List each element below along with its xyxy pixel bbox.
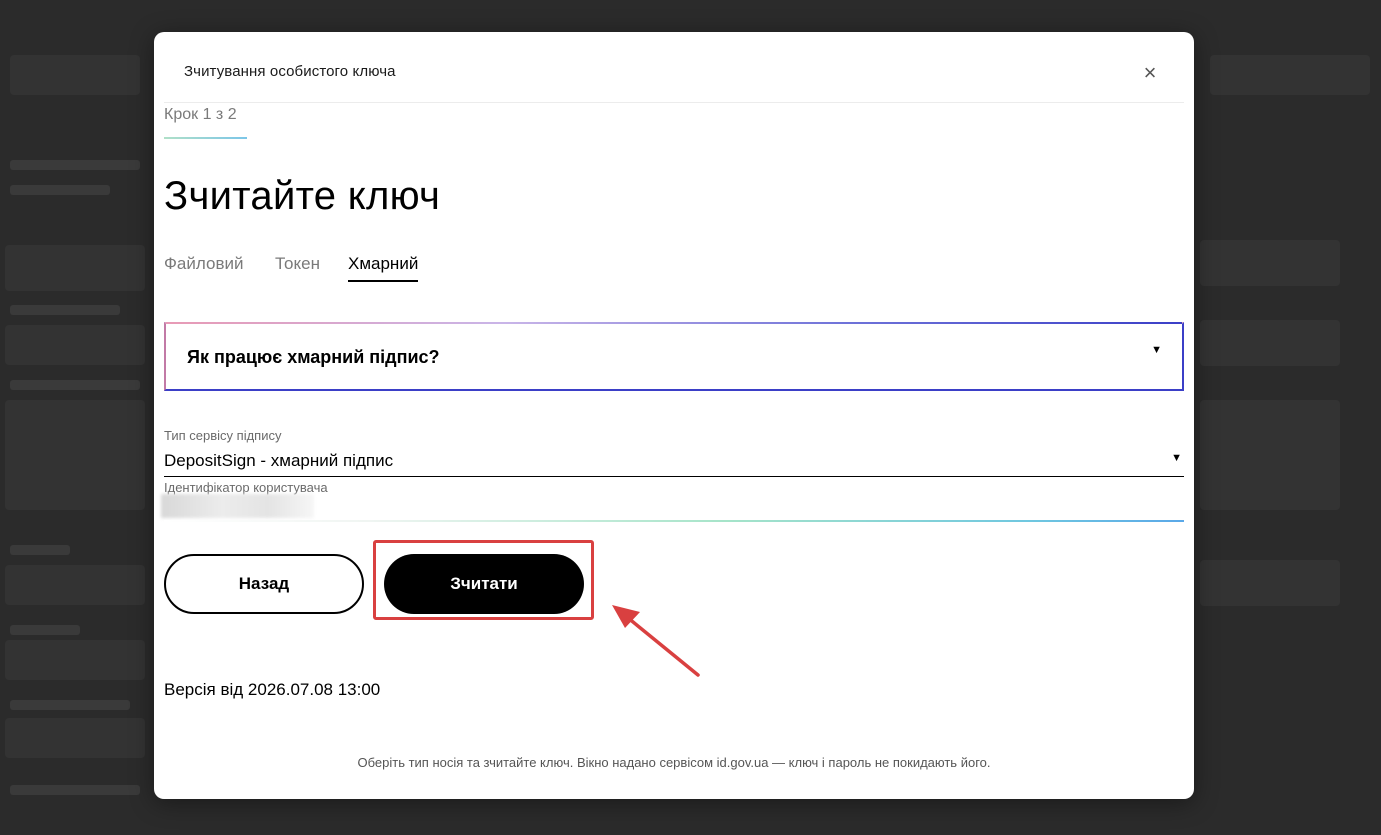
step-indicator: Крок 1 з 2 — [164, 106, 237, 123]
bg-line — [10, 160, 140, 170]
triangle-down-icon: ▼ — [1151, 344, 1162, 356]
footer-note: Оберіть тип носія та зчитайте ключ. Вікн… — [357, 755, 991, 770]
bg-block — [5, 245, 145, 291]
user-id-underline — [164, 520, 1184, 522]
bg-line — [10, 625, 80, 635]
tab-cloud[interactable]: Хмарний — [348, 254, 419, 282]
triangle-down-icon: ▼ — [1171, 452, 1182, 464]
back-button[interactable]: Назад — [164, 554, 364, 614]
bg-block — [5, 400, 145, 510]
tab-file[interactable]: Файловий — [164, 254, 243, 280]
step-progress-bar — [164, 137, 247, 139]
cloud-signature-info-accordion[interactable]: Як працює хмарний підпис? ▼ — [164, 322, 1184, 391]
user-id-input[interactable] — [161, 494, 1184, 522]
accordion-title: Як працює хмарний підпис? — [187, 347, 440, 367]
bg-block — [5, 565, 145, 605]
bg-line — [10, 700, 130, 710]
read-key-button[interactable]: Зчитати — [384, 554, 584, 614]
bg-block — [1200, 240, 1340, 286]
read-key-modal: Зчитування особистого ключа × Крок 1 з 2… — [154, 32, 1194, 799]
service-type-select[interactable]: DepositSign - хмарний підпис ▼ — [164, 450, 1184, 477]
bg-line — [10, 785, 140, 795]
user-id-redacted-value — [161, 494, 314, 518]
page-title: Зчитайте ключ — [164, 174, 441, 218]
bg-line — [10, 185, 110, 195]
accordion-gradient-border — [166, 322, 1182, 324]
bg-block — [5, 640, 145, 680]
bg-line — [10, 305, 120, 315]
bg-block — [10, 55, 140, 95]
user-id-label: Ідентифікатор користувача — [164, 480, 328, 495]
service-type-value: DepositSign - хмарний підпис — [164, 451, 394, 470]
bg-block — [5, 325, 145, 365]
bg-block — [1200, 400, 1340, 510]
header-divider — [164, 102, 1184, 103]
modal-title: Зчитування особистого ключа — [184, 63, 396, 80]
bg-block — [1200, 560, 1340, 606]
tab-token[interactable]: Токен — [275, 254, 320, 280]
bg-block — [1210, 55, 1370, 95]
bg-block — [1200, 320, 1340, 366]
bg-line — [10, 545, 70, 555]
bg-line — [10, 380, 140, 390]
version-label: Версія від 2026.07.08 13:00 — [164, 680, 381, 699]
close-icon[interactable]: × — [1138, 61, 1162, 85]
bg-block — [5, 718, 145, 758]
service-type-label: Тип сервісу підпису — [164, 428, 282, 443]
modal-header: Зчитування особистого ключа × — [154, 32, 1194, 102]
